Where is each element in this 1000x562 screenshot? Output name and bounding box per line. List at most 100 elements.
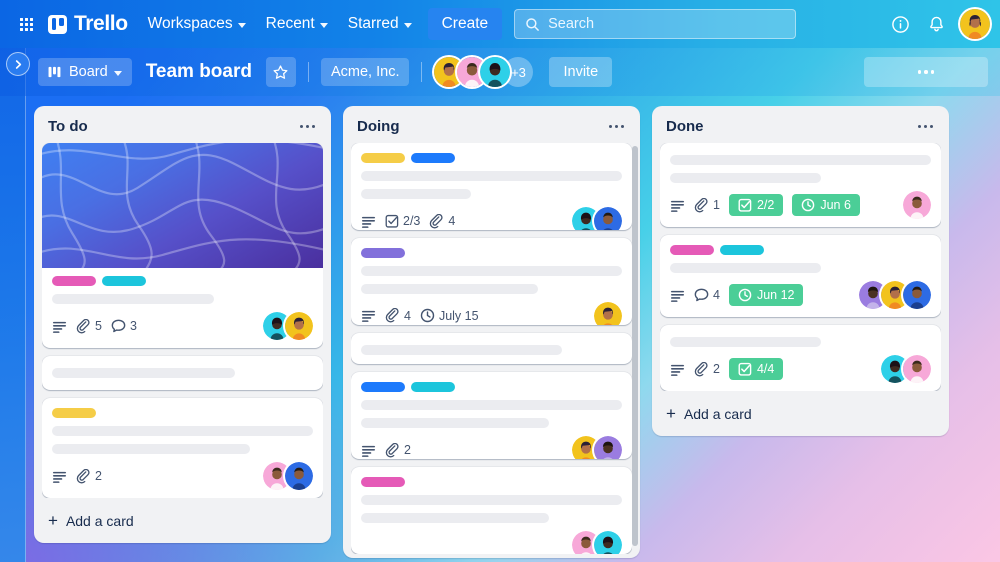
member-avatar[interactable] xyxy=(480,57,511,87)
nav-workspaces[interactable]: Workspaces xyxy=(138,9,256,39)
member-avatar[interactable] xyxy=(285,312,313,340)
card-title-placeholder xyxy=(361,495,622,506)
apps-grid-icon[interactable] xyxy=(10,8,42,40)
attachment-icon xyxy=(76,318,90,333)
comment-badge: 3 xyxy=(111,319,137,333)
create-button[interactable]: Create xyxy=(427,8,503,40)
card-badges: 2/3 4 xyxy=(361,207,622,230)
card-cover-image xyxy=(42,143,323,268)
card-labels xyxy=(52,276,313,286)
card-labels xyxy=(361,382,622,393)
top-nav-right-group xyxy=(884,8,990,40)
account-avatar[interactable] xyxy=(960,9,990,39)
checklist-icon xyxy=(738,362,752,376)
member-avatar[interactable] xyxy=(903,281,931,309)
search-input[interactable]: Search xyxy=(514,9,797,39)
card[interactable]: 2/3 4 xyxy=(351,143,632,230)
label-yellow[interactable] xyxy=(52,408,96,418)
card[interactable]: 2 xyxy=(351,372,632,460)
trello-logo[interactable]: Trello xyxy=(42,12,138,36)
label-cyan[interactable] xyxy=(411,382,455,393)
list-actions-icon[interactable] xyxy=(914,121,938,133)
board-view-switcher[interactable]: Board xyxy=(38,58,132,86)
member-avatar[interactable] xyxy=(285,462,313,490)
card[interactable]: 1 2/2 Jun 6 xyxy=(660,143,941,227)
card[interactable] xyxy=(351,332,632,365)
member-avatar[interactable] xyxy=(903,355,931,383)
star-outline-icon xyxy=(273,64,288,79)
card-badges: 4 Jun 12 xyxy=(670,281,931,309)
attachment-count: 2 xyxy=(713,362,720,376)
card-members xyxy=(572,531,622,554)
list-title: To do xyxy=(48,118,88,135)
comment-icon xyxy=(111,319,126,333)
attachment-badge: 4 xyxy=(385,308,411,323)
description-badge xyxy=(52,320,67,333)
card[interactable] xyxy=(42,356,323,390)
star-board-button[interactable] xyxy=(265,57,296,87)
label-cyan[interactable] xyxy=(720,245,764,255)
attachment-icon xyxy=(385,442,399,458)
card-badges: 2 xyxy=(52,462,313,490)
card[interactable] xyxy=(351,467,632,554)
label-pink[interactable] xyxy=(670,245,714,255)
attachment-badge: 2 xyxy=(76,468,102,484)
card-badges: 4 July 15 xyxy=(361,301,622,325)
board-title[interactable]: Team board xyxy=(140,61,258,83)
label-blue[interactable] xyxy=(411,153,455,163)
card[interactable]: 5 3 xyxy=(42,143,323,348)
checklist-complete-badge: 4/4 xyxy=(728,358,784,380)
board-members: +3 xyxy=(434,57,534,87)
member-avatar[interactable] xyxy=(594,531,622,554)
card[interactable]: 2 4/4 xyxy=(660,325,941,391)
plus-icon: + xyxy=(48,511,58,530)
card-members xyxy=(903,191,931,219)
description-icon xyxy=(53,471,66,483)
list-actions-icon[interactable] xyxy=(296,121,320,133)
member-avatar[interactable] xyxy=(594,207,622,230)
nav-starred[interactable]: Starred xyxy=(338,9,422,39)
attachment-count: 1 xyxy=(713,198,720,212)
workspace-chip[interactable]: Acme, Inc. xyxy=(320,58,410,86)
card[interactable]: 2 xyxy=(42,398,323,498)
header-divider xyxy=(307,62,309,82)
attachment-icon xyxy=(76,468,90,483)
card-members xyxy=(263,312,313,340)
label-cyan[interactable] xyxy=(102,276,146,286)
card-title-placeholder xyxy=(52,368,235,378)
description-icon xyxy=(53,321,66,333)
add-card-button-todo[interactable]: + Add a card xyxy=(42,502,323,539)
comment-badge: 4 xyxy=(694,288,720,302)
card-title-placeholder xyxy=(670,155,931,165)
notification-bell-icon[interactable] xyxy=(920,8,952,40)
invite-button[interactable]: Invite xyxy=(549,57,613,87)
label-pink[interactable] xyxy=(52,276,96,286)
card-members xyxy=(594,301,622,325)
card-labels xyxy=(52,408,313,418)
description-badge xyxy=(361,444,376,457)
list-scrollbar[interactable] xyxy=(632,146,638,546)
card[interactable]: 4 July 15 xyxy=(351,237,632,325)
card[interactable]: 4 Jun 12 xyxy=(660,235,941,317)
sidebar-expand-button[interactable] xyxy=(6,52,30,76)
card-badges: 5 3 xyxy=(52,312,313,340)
board-menu-button[interactable] xyxy=(864,57,988,87)
member-avatar[interactable] xyxy=(903,191,931,219)
card-title-placeholder xyxy=(361,189,471,199)
list-actions-icon[interactable] xyxy=(605,121,629,133)
card-members xyxy=(859,281,931,309)
checklist-badge: 2/3 xyxy=(385,214,420,228)
card-badges xyxy=(361,531,622,554)
card-title-placeholder xyxy=(670,263,822,273)
member-avatar[interactable] xyxy=(594,436,622,460)
member-avatar[interactable] xyxy=(594,301,622,325)
nav-recent[interactable]: Recent xyxy=(256,9,338,39)
add-card-button-done[interactable]: + Add a card xyxy=(660,395,941,432)
info-circle-icon[interactable] xyxy=(884,8,916,40)
label-blue[interactable] xyxy=(361,382,405,393)
label-yellow[interactable] xyxy=(361,153,405,163)
checklist-complete-badge: 2/2 xyxy=(728,194,784,216)
label-pink[interactable] xyxy=(361,477,405,488)
label-purple[interactable] xyxy=(361,247,405,258)
description-icon xyxy=(362,216,375,228)
